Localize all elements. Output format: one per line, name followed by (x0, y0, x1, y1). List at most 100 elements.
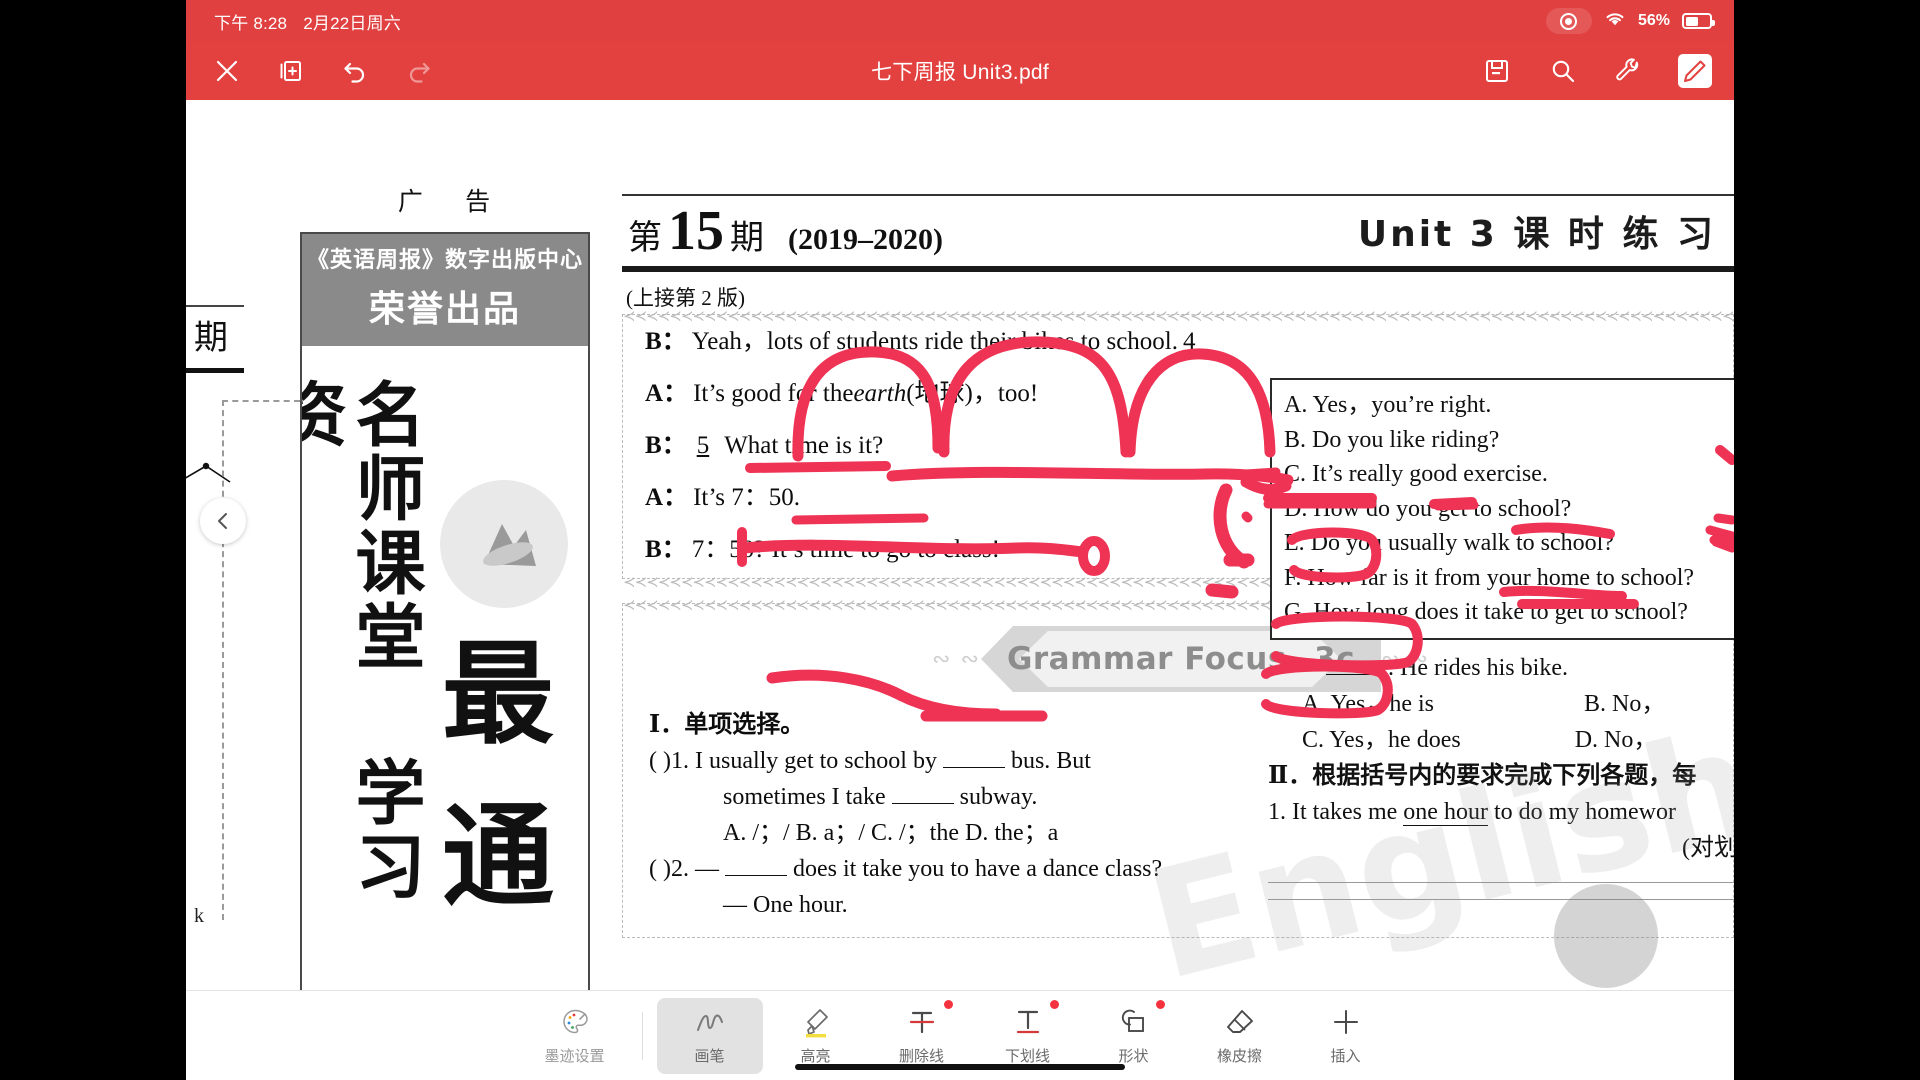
tool-label: 画笔 (694, 1048, 725, 1065)
status-time: 下午 8:28 (214, 13, 288, 33)
toolbar-divider (641, 1011, 643, 1060)
question-text-b: does it take you to have a dance class? (792, 856, 1163, 882)
floating-pointer-circle (1554, 884, 1658, 988)
right-answer-lead: — . He rides his bike. (1268, 650, 1734, 686)
choice-c: C. Yes，he does (1302, 727, 1461, 753)
wrench-icon[interactable] (1612, 54, 1646, 88)
home-indicator (795, 1064, 1125, 1070)
record-icon[interactable] (1545, 8, 1592, 34)
battery-fill (1685, 16, 1699, 26)
question-text-b: subway. (959, 784, 1038, 810)
banner-swirl-left: ∾ ∾ (932, 646, 981, 671)
option-item: A. Yes，you’re right. (1284, 392, 1492, 418)
ad-body: 名师课堂 学习资 最 通 (302, 346, 588, 946)
highlighter-icon (797, 1005, 835, 1039)
ad-box: 《英语周报》数字出版中心 荣誉出品 名师课堂 学习资 最 通 (300, 232, 590, 990)
question-text-b: bus. But (1010, 748, 1091, 774)
question-mark: ( )2. (649, 856, 689, 882)
answer-blank (724, 875, 787, 876)
right-choice-row: A. Yes，he is B. No， (1268, 686, 1734, 722)
ad-big-char-2: 通 (442, 794, 554, 919)
ad-label: 广 告 (397, 189, 509, 216)
choice-a: A. Yes，he is (1302, 691, 1435, 717)
answer-rule-2 (1268, 899, 1734, 900)
eraser-icon (1221, 1005, 1259, 1039)
sidebar-collapse-button[interactable] (200, 498, 246, 544)
q1-prefix: 1. It takes me (1268, 799, 1404, 825)
speaker-label: B： (645, 536, 687, 563)
ad-logo-circle (440, 480, 568, 608)
choice-b: B. No， (1584, 691, 1666, 717)
issue-suffix: 期 (730, 220, 764, 257)
battery-percent: 56% (1637, 12, 1670, 29)
answer-blank (891, 803, 954, 804)
tool-underline[interactable]: 下划线 (975, 998, 1081, 1074)
status-date: 2月22日周六 (303, 13, 401, 33)
dialogue-text-post: (地球)，too! (906, 380, 1039, 407)
page-guide-vertical (222, 400, 224, 920)
tool-highlight[interactable]: 高亮 (763, 998, 869, 1074)
option-item: F. How far is it from your home to schoo… (1284, 564, 1695, 591)
fragment-chart-tick (186, 462, 231, 483)
speaker-label: A： (645, 484, 689, 511)
ad-header-line2: 荣誉出品 (368, 288, 521, 329)
pdf-viewer[interactable]: 期 k 广 告 《英语周报》数字出版中心 荣誉出品 名师课堂 学习资 最 通 第… (186, 100, 1734, 990)
tool-strikethrough[interactable]: 删除线 (869, 998, 975, 1074)
toolbar-left-group (210, 54, 436, 88)
tool-ink-settings[interactable]: 墨迹设置 (522, 998, 628, 1074)
question-text-a: sometimes I take (723, 784, 892, 810)
fragment-rule-top (186, 305, 244, 307)
tool-insert[interactable]: 插入 (1293, 998, 1399, 1074)
question-text-a: I usually get to school by (694, 748, 943, 774)
brush-icon (691, 1005, 729, 1039)
pencil-icon[interactable] (1678, 54, 1712, 88)
fragment-rule-bottom (186, 368, 244, 373)
answer-rule-1 (1268, 882, 1734, 883)
advertisement-column: 广 告 《英语周报》数字出版中心 荣誉出品 名师课堂 学习资 最 通 (268, 182, 620, 990)
new-badge (943, 999, 953, 1009)
tool-brush[interactable]: 画笔 (656, 997, 763, 1074)
dialogue-blank: 5 (696, 432, 710, 459)
tool-label: 墨迹设置 (544, 1048, 605, 1065)
option-item: C. It’s really good exercise. (1284, 461, 1548, 488)
chevron-left-icon (218, 513, 227, 529)
top-toolbar: 七下周报 Unit3.pdf (186, 42, 1734, 100)
add-page-icon[interactable] (274, 54, 308, 88)
new-badge (1155, 999, 1165, 1009)
dialogue-text: What time is it? (724, 432, 884, 459)
issue-prefix: 第 (628, 220, 662, 257)
tool-label: 下划线 (1004, 1048, 1050, 1065)
save-icon[interactable] (1480, 54, 1514, 88)
section2-question: 1. It takes me one hour to do my homewor (1268, 794, 1734, 830)
tool-eraser[interactable]: 橡皮擦 (1187, 998, 1293, 1074)
tool-label: 插入 (1330, 1048, 1361, 1065)
status-bar: 下午 8:28 2月22日周六 56% (186, 0, 1734, 42)
close-icon[interactable] (210, 54, 244, 88)
question-text-a: — (694, 856, 725, 882)
wifi-icon (1604, 10, 1626, 32)
section2-heading: Ⅱ．根据括号内的要求完成下列各题，每 (1268, 763, 1697, 789)
screen: 下午 8:28 2月22日周六 56% 七下周报 Unit3.pdf 期 k 广… (0, 0, 1920, 1080)
option-item: D. How do you get to school? (1284, 495, 1572, 522)
ad-big-char-1: 最 (442, 632, 554, 757)
question-mark: ( )1. (649, 748, 689, 774)
ad-vertical-text: 名师课堂 学习资 (300, 378, 424, 904)
ad-logo-mark (483, 524, 536, 566)
issue-years: (2019–2020) (788, 223, 943, 256)
redo-icon[interactable] (402, 54, 436, 88)
dialogue-text: It’s 7：50. (693, 484, 801, 511)
status-bar-right: 56% (1545, 8, 1715, 34)
strikethrough-icon (903, 1005, 941, 1039)
dialogue-blank: 4 (1183, 328, 1196, 355)
ad-header-line1: 《英语周报》数字出版中心 (306, 247, 583, 272)
app-window: 下午 8:28 2月22日周六 56% 七下周报 Unit3.pdf 期 k 广… (186, 0, 1734, 1080)
search-icon[interactable] (1546, 54, 1580, 88)
q1-suffix: to do my homewor (1487, 799, 1676, 825)
toolbar-right-group (1480, 54, 1712, 88)
answer-lead-prefix: — (1296, 655, 1326, 681)
fragment-text-qi: 期 (194, 320, 228, 357)
undo-icon[interactable] (338, 54, 372, 88)
tool-shapes[interactable]: 形状 (1081, 998, 1187, 1074)
choice-d: D. No， (1574, 727, 1658, 753)
page-guide-horizontal (222, 400, 300, 402)
